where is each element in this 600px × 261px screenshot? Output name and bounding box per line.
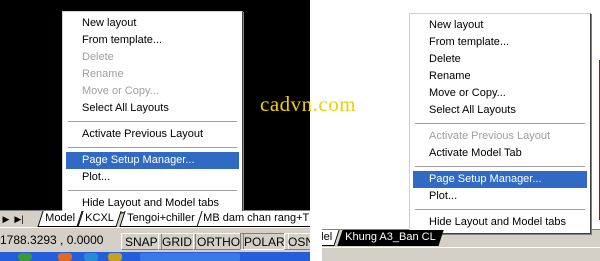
menu-item-activate-model-tab[interactable]: Activate Model Tab — [413, 145, 587, 162]
menu-item-page-setup-manager[interactable]: Page Setup Manager... — [66, 152, 239, 169]
menu-item-from-template[interactable]: From template... — [66, 32, 239, 49]
tab-prev-icon[interactable]: ▶ — [1, 212, 11, 226]
menu-item-move-or-copy: Move or Copy... — [82, 85, 159, 97]
windows-taskbar — [0, 252, 310, 261]
menu-item-plot[interactable]: Plot... — [413, 188, 587, 205]
polar-button[interactable]: POLAR — [240, 233, 289, 250]
menu-separator — [68, 147, 237, 149]
menu-item-move-or-copy[interactable]: Move or Copy... — [413, 85, 587, 102]
layout-tab-context-menu-left: New layout From template... Delete Renam… — [62, 11, 243, 213]
status-bar — [322, 247, 600, 261]
snap-button[interactable]: SNAP — [121, 233, 162, 250]
status-bar: 1788.3293 , 0.0000 SNAP GRID ORTHO POLAR… — [0, 227, 310, 252]
taskbar-app-icon[interactable] — [84, 253, 98, 261]
menu-item-select-all-layouts[interactable]: Select All Layouts — [66, 100, 239, 117]
taskbar-app-icon[interactable] — [58, 253, 72, 261]
taskbar-task-button[interactable] — [140, 253, 240, 261]
layout-tab-bar: ▶ ▶| Model KCXL Tengoi+chiller MB dam ch… — [0, 210, 310, 227]
menu-item-plot[interactable]: Plot... — [66, 169, 239, 186]
tab-khung-a3-ban-cl[interactable]: Khung A3_Ban CL — [337, 230, 444, 246]
tab-mb-dam-chan-rang[interactable]: MB dam chan rang+TK — [195, 211, 310, 227]
menu-separator — [415, 166, 585, 168]
tab-last-icon[interactable]: ▶| — [14, 212, 24, 226]
menu-separator — [68, 190, 237, 192]
menu-item-page-setup-manager[interactable]: Page Setup Manager... — [413, 171, 587, 188]
menu-item-rename[interactable]: Rename — [413, 68, 587, 85]
grid-button[interactable]: GRID — [158, 233, 196, 250]
tab-tengoi-chiller[interactable]: Tengoi+chiller — [119, 211, 203, 227]
menu-item-rename: Rename — [82, 68, 124, 80]
coordinate-readout: 1788.3293 , 0.0000 — [0, 233, 104, 247]
layout-tab-context-menu-right: New layout From template... Delete Renam… — [409, 13, 591, 234]
osnap-button[interactable]: OSN — [284, 233, 310, 250]
menu-item-activate-previous-layout[interactable]: Activate Previous Layout — [66, 126, 239, 143]
menu-item-new-layout[interactable]: New layout — [66, 15, 239, 32]
menu-item-delete[interactable]: Delete — [413, 51, 587, 68]
ortho-button[interactable]: ORTHO — [193, 233, 245, 250]
watermark-text: cadvn.com — [260, 92, 357, 116]
start-button-icon[interactable] — [18, 253, 32, 261]
menu-separator — [415, 123, 585, 125]
menu-item-select-all-layouts[interactable]: Select All Layouts — [413, 102, 587, 119]
menu-item-activate-previous-layout: Activate Previous Layout — [429, 130, 551, 142]
menu-item-delete: Delete — [82, 51, 114, 63]
menu-item-hide-layout-and-model-tabs[interactable]: Hide Layout and Model tabs — [66, 195, 239, 212]
menu-item-hide-layout-and-model-tabs[interactable]: Hide Layout and Model tabs — [413, 214, 587, 231]
menu-item-from-template[interactable]: From template... — [413, 34, 587, 51]
taskbar-app-icon[interactable] — [108, 253, 122, 261]
menu-separator — [415, 209, 585, 211]
tab-model[interactable]: Model — [37, 211, 83, 227]
menu-item-new-layout[interactable]: New layout — [413, 17, 587, 34]
tab-kcxl[interactable]: KCXL — [77, 211, 122, 227]
menu-separator — [68, 121, 237, 123]
